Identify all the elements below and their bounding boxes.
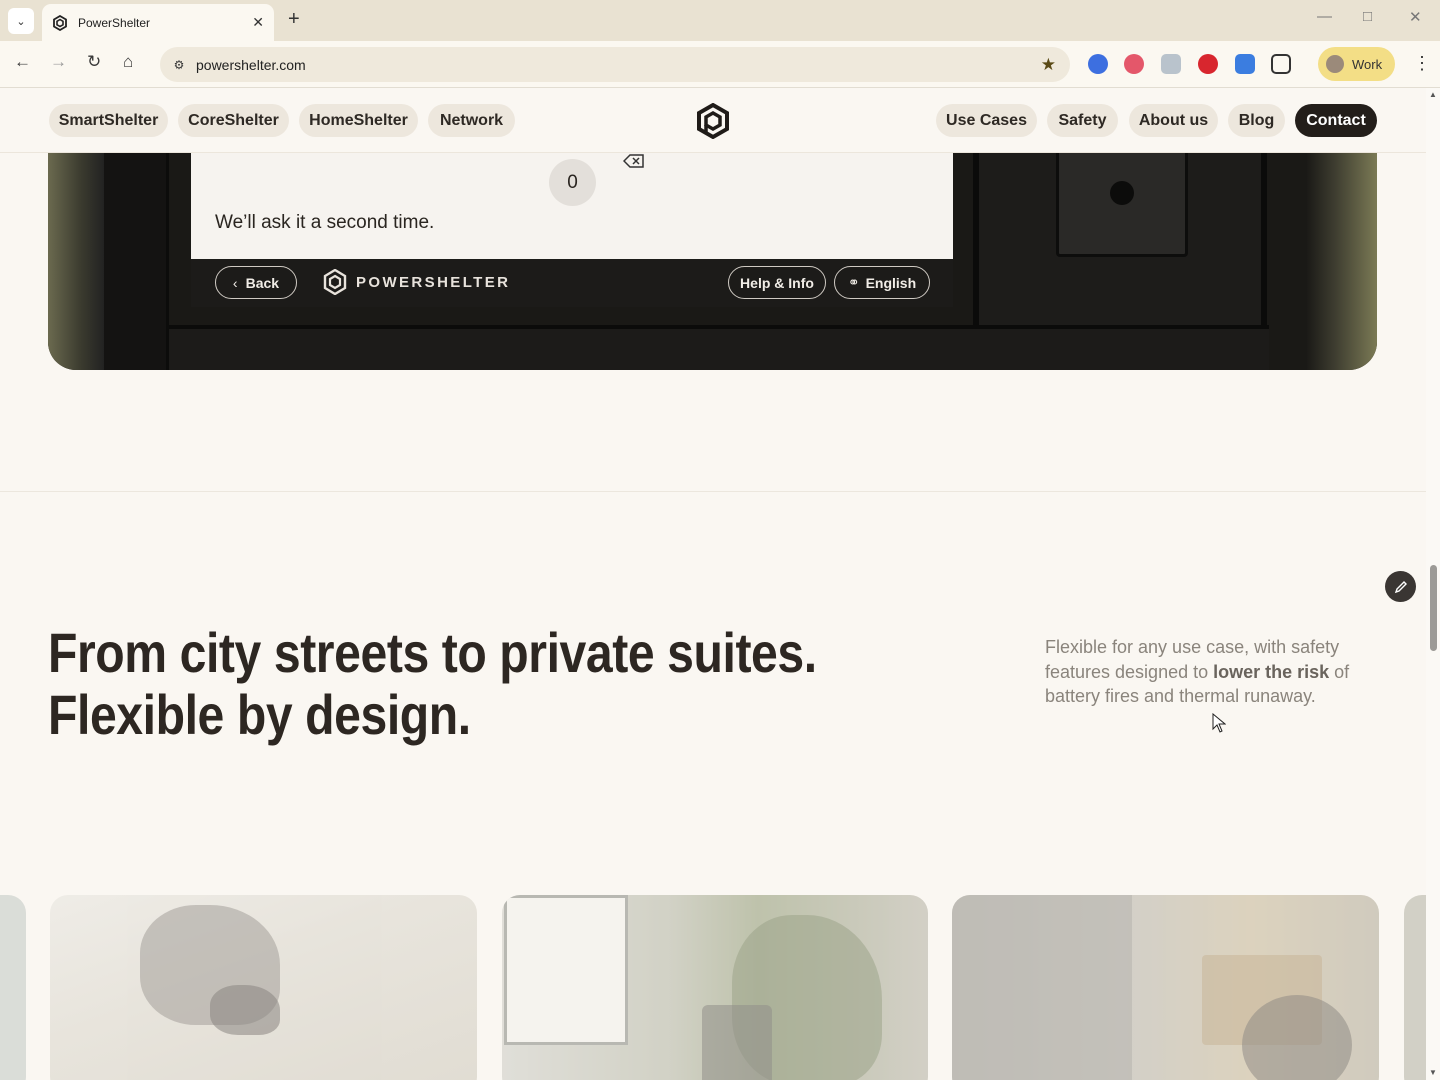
scroll-thumb[interactable] [1430,565,1437,651]
nav-coreshelter[interactable]: CoreShelter [178,104,289,137]
kiosk-message: We’ll ask it a second time. [215,212,435,233]
profile-label: Work [1352,56,1383,72]
adblock-icon[interactable] [1198,54,1218,74]
extension-grey-icon[interactable] [1161,54,1181,74]
use-case-card[interactable] [50,895,477,1080]
reload-icon[interactable]: ↻ [87,52,101,72]
keypad-key: 0 [549,159,596,206]
hero-image: 0 We’ll ask it a second time. ‹ Back POW… [48,153,1377,370]
forward-icon[interactable]: → [50,52,67,72]
minimize-icon[interactable]: — [1317,8,1332,25]
close-window-icon[interactable]: ✕ [1409,8,1422,26]
new-tab-icon[interactable]: + [288,8,300,31]
tab-title: PowerShelter [78,15,151,30]
kiosk-lock-panel [1056,153,1188,257]
hero-background-left [48,153,104,370]
powershelter-logo-icon[interactable] [696,103,730,139]
nav-homeshelter[interactable]: HomeShelter [299,104,418,137]
nav-safety[interactable]: Safety [1047,104,1118,137]
kiosk-back-button: ‹ Back [215,266,297,299]
maximize-icon[interactable]: □ [1363,8,1372,25]
extensions-icon[interactable] [1271,54,1291,74]
edit-button[interactable] [1385,571,1416,602]
home-icon[interactable]: ⌂ [123,52,133,72]
back-icon[interactable]: ← [14,52,31,72]
extension-blue-icon[interactable] [1088,54,1108,74]
kiosk-logo-icon [323,269,347,295]
kiosk-brand-label: POWERSHELTER [356,273,511,291]
kiosk-help-button: Help & Info [728,266,826,299]
kiosk-bottom-bar: ‹ Back POWERSHELTER Help & Info ⚭ Englis… [191,259,953,307]
card-image-wall [952,895,1132,1080]
card-image-shelter [702,1005,772,1080]
description-emphasis: lower the risk [1213,661,1330,682]
kiosk-language-label: English [865,274,917,291]
use-case-card-partial-left[interactable] [0,895,26,1080]
menu-icon[interactable]: ⋮ [1413,53,1431,74]
section-description: Flexible for any use case, with safety f… [1045,635,1390,709]
profile-button[interactable]: Work [1318,47,1395,81]
card-image-window [504,895,628,1045]
avatar [1324,53,1346,75]
site-settings-icon[interactable]: ⚙ [168,54,190,76]
nav-use-cases[interactable]: Use Cases [936,104,1037,137]
mouse-cursor-icon [1212,713,1226,733]
scroll-up-icon[interactable]: ▲ [1429,90,1437,99]
kiosk-frame-left [104,153,169,370]
backspace-icon [623,154,644,168]
contact-button[interactable]: Contact [1295,104,1377,137]
kiosk-back-label: Back [245,274,280,291]
browser-tab-strip: ⌄ PowerShelter ✕ + — □ ✕ [0,0,1440,41]
kiosk-lock-dot [1110,181,1134,205]
url-text[interactable]: powershelter.com [196,57,1041,73]
browser-toolbar: ← → ↻ ⌂ ⚙ powershelter.com ★ Work ⋮ [0,41,1440,88]
use-case-card[interactable] [952,895,1379,1080]
nav-about-us[interactable]: About us [1129,104,1218,137]
section-headline: From city streets to private suites. Fle… [48,622,817,746]
nav-smartshelter[interactable]: SmartShelter [49,104,168,137]
kiosk-language-button: ⚭ English [834,266,930,299]
use-case-card-partial-right[interactable] [1404,895,1426,1080]
close-tab-icon[interactable]: ✕ [252,14,264,31]
card-image-object [210,985,280,1035]
section-divider [0,491,1426,492]
pencil-icon [1394,580,1407,593]
site-header: SmartShelter CoreShelter HomeShelter Net… [0,88,1426,153]
use-case-card[interactable] [502,895,928,1080]
nav-network[interactable]: Network [428,104,515,137]
kiosk-frame-bottom [169,325,1269,370]
bookmark-star-icon[interactable]: ★ [1041,55,1056,75]
chevron-left-icon: ‹ [232,274,238,291]
favicon [53,14,67,31]
headline-line-1: From city streets to private suites. [48,621,817,684]
globe-icon: ⚭ [847,274,860,290]
address-bar[interactable]: ⚙ powershelter.com ★ [160,47,1070,82]
scrollbar[interactable]: ▲ ▼ [1426,88,1440,1080]
hero-background-right [1307,153,1377,370]
kiosk-screen: 0 We’ll ask it a second time. [191,153,953,259]
card-image-bicycle [1242,995,1352,1080]
scroll-down-icon[interactable]: ▼ [1429,1068,1437,1077]
extension-reader-icon[interactable] [1235,54,1255,74]
tab-search-icon[interactable]: ⌄ [8,8,34,34]
headline-line-2: Flexible by design. [48,683,471,746]
browser-tab[interactable]: PowerShelter ✕ [42,4,274,41]
extension-red-icon[interactable] [1124,54,1144,74]
kiosk-brand: POWERSHELTER [323,269,510,295]
nav-blog[interactable]: Blog [1228,104,1285,137]
